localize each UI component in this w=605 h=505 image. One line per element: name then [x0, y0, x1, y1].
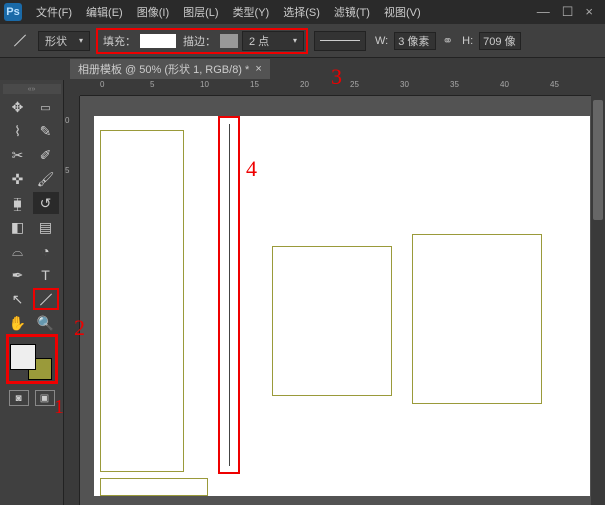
vertical-scrollbar[interactable] [591, 80, 605, 505]
stroke-width-value: 2 点 [249, 33, 269, 49]
menu-image[interactable]: 图像(I) [131, 2, 175, 22]
toolbox: «» ✥ ▭ ⌇ ✎ ✂ ✐ ✜ 🖌 ⧯ ↺ ◧ ▤ ⌓ ◔ ✒ T ↖ ✋ 🔍 [0, 80, 64, 505]
shape-rect-3[interactable] [412, 234, 542, 404]
document-tab-title: 相册模板 @ 50% (形状 1, RGB/8) * [78, 61, 249, 77]
document-tab[interactable]: 相册模板 @ 50% (形状 1, RGB/8) * × [70, 59, 270, 79]
zoom-tool[interactable]: 🔍 [33, 312, 59, 334]
smudge-tool[interactable]: ⌓ [5, 240, 31, 262]
dodge-tool[interactable]: ◔ [33, 240, 59, 262]
minimize-button[interactable]: — [537, 4, 550, 20]
height-label: H: [462, 35, 473, 47]
type-tool[interactable]: T [33, 264, 59, 286]
lasso-tool[interactable]: ⌇ [5, 120, 31, 142]
fill-color-swatch[interactable] [140, 34, 176, 48]
path-select-tool[interactable]: ↖ [5, 288, 31, 310]
annotation-3: 3 [331, 64, 342, 90]
shape-rect-1[interactable] [100, 130, 184, 472]
stroke-color-swatch[interactable] [220, 34, 238, 48]
menu-type[interactable]: 类型(Y) [227, 2, 276, 22]
close-button[interactable]: × [585, 4, 593, 20]
toolbox-collapse-button[interactable]: «» [3, 84, 61, 94]
width-input[interactable] [394, 32, 436, 50]
title-bar: Ps 文件(F) 编辑(E) 图像(I) 图层(L) 类型(Y) 选择(S) 滤… [0, 0, 605, 24]
annotation-box-3-target: 填充： 描边： 2 点 ▾ [96, 28, 308, 54]
scrollbar-thumb[interactable] [593, 100, 603, 220]
menu-bar: 文件(F) 编辑(E) 图像(I) 图层(L) 类型(Y) 选择(S) 滤镜(T… [30, 2, 537, 22]
history-brush-tool[interactable]: ↺ [33, 192, 59, 214]
height-input[interactable] [479, 32, 521, 50]
width-label: W: [375, 35, 388, 47]
crop-tool[interactable]: ✂ [5, 144, 31, 166]
eyedropper-tool[interactable]: ✐ [33, 144, 59, 166]
shape-mode-dropdown[interactable]: 形状 ▾ [38, 31, 90, 51]
line-tool-icon[interactable] [8, 29, 32, 53]
annotation-4: 4 [246, 156, 257, 182]
ruler-horizontal[interactable]: 0 5 10 15 20 25 30 35 40 45 [80, 80, 605, 96]
annotation-box-1-target [6, 334, 58, 384]
menu-view[interactable]: 视图(V) [378, 2, 427, 22]
menu-layer[interactable]: 图层(L) [177, 2, 224, 22]
document-tab-bar: 相册模板 @ 50% (形状 1, RGB/8) * × [0, 58, 605, 80]
gradient-tool[interactable]: ▤ [33, 216, 59, 238]
document-canvas[interactable] [94, 116, 590, 496]
shape-rect-4[interactable] [100, 478, 208, 496]
workspace: «» ✥ ▭ ⌇ ✎ ✂ ✐ ✜ 🖌 ⧯ ↺ ◧ ▤ ⌓ ◔ ✒ T ↖ ✋ 🔍 [0, 80, 605, 505]
line-tool[interactable] [33, 288, 59, 310]
quick-mask-button[interactable]: ◙ [9, 390, 29, 406]
stroke-width-dropdown[interactable]: 2 点 ▾ [242, 31, 304, 51]
options-bar: 形状 ▾ 填充： 描边： 2 点 ▾ W: ⚭ H: [0, 24, 605, 58]
chevron-down-icon: ▾ [79, 36, 83, 45]
ruler-corner [64, 80, 80, 96]
stroke-style-dropdown[interactable] [314, 31, 366, 51]
hand-tool[interactable]: ✋ [5, 312, 31, 334]
tab-close-icon[interactable]: × [255, 63, 261, 75]
foreground-color[interactable] [10, 344, 36, 370]
menu-filter[interactable]: 滤镜(T) [328, 2, 376, 22]
window-controls: — ☐ × [537, 4, 593, 20]
eraser-tool[interactable]: ◧ [5, 216, 31, 238]
stamp-tool[interactable]: ⧯ [5, 192, 31, 214]
link-wh-icon[interactable]: ⚭ [442, 33, 453, 49]
menu-file[interactable]: 文件(F) [30, 2, 78, 22]
chevron-down-icon: ▾ [293, 36, 297, 45]
annotation-1: 1 [54, 396, 64, 419]
maximize-button[interactable]: ☐ [562, 4, 574, 20]
annotation-box-4-target [218, 116, 240, 474]
shape-rect-2[interactable] [272, 246, 392, 396]
stroke-label: 描边： [183, 33, 216, 49]
ruler-vertical[interactable]: 0 5 [64, 96, 80, 505]
shape-mode-label: 形状 [45, 33, 67, 49]
annotation-2: 2 [74, 315, 85, 341]
move-tool[interactable]: ✥ [5, 96, 31, 118]
screen-mode-button[interactable]: ▣ [35, 390, 55, 406]
healing-tool[interactable]: ✜ [5, 168, 31, 190]
line-shape[interactable] [229, 124, 230, 466]
fill-label: 填充： [103, 33, 136, 49]
marquee-tool[interactable]: ▭ [33, 96, 59, 118]
brush-tool[interactable]: 🖌 [33, 168, 59, 190]
quick-select-tool[interactable]: ✎ [33, 120, 59, 142]
menu-select[interactable]: 选择(S) [277, 2, 326, 22]
menu-edit[interactable]: 编辑(E) [80, 2, 129, 22]
canvas-area: 0 5 10 15 20 25 30 35 40 45 0 5 [64, 80, 605, 505]
color-swatches [10, 344, 54, 380]
app-logo: Ps [4, 3, 22, 21]
pen-tool[interactable]: ✒ [5, 264, 31, 286]
